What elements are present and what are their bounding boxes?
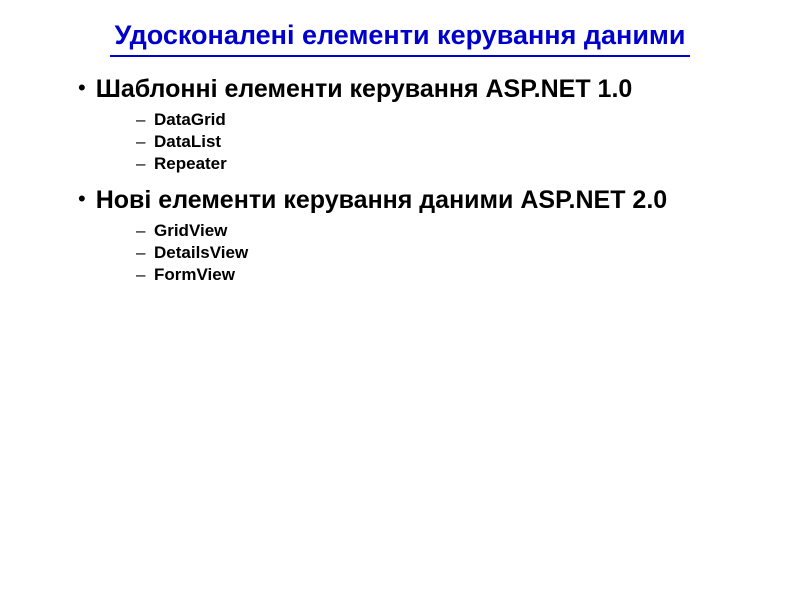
- dash-icon: –: [136, 265, 146, 285]
- subitem-label: FormView: [154, 265, 235, 285]
- list-item: – DataList: [136, 132, 740, 152]
- subitem-label: DetailsView: [154, 243, 248, 263]
- title-underline: [110, 55, 690, 57]
- bullet-icon: •: [78, 77, 86, 99]
- list-item: – GridView: [136, 221, 740, 241]
- section-heading-row: • Нові елементи керування даними ASP.NET…: [78, 186, 740, 215]
- list-item: – FormView: [136, 265, 740, 285]
- slide: Удосконалені елементи керування даними •…: [0, 0, 800, 600]
- section-1: • Шаблонні елементи керування ASP.NET 1.…: [60, 75, 740, 174]
- section-heading: Шаблонні елементи керування ASP.NET 1.0: [96, 75, 633, 104]
- dash-icon: –: [136, 243, 146, 263]
- subitem-label: DataList: [154, 132, 221, 152]
- title-row: Удосконалені елементи керування даними: [60, 20, 740, 51]
- list-item: – DetailsView: [136, 243, 740, 263]
- dash-icon: –: [136, 221, 146, 241]
- dash-icon: –: [136, 132, 146, 152]
- slide-title: Удосконалені елементи керування даними: [114, 20, 685, 51]
- dash-icon: –: [136, 110, 146, 130]
- list-item: – Repeater: [136, 154, 740, 174]
- list-item: – DataGrid: [136, 110, 740, 130]
- subitems-list: – GridView – DetailsView – FormView: [78, 221, 740, 285]
- subitems-list: – DataGrid – DataList – Repeater: [78, 110, 740, 174]
- bullet-icon: •: [78, 188, 86, 210]
- section-heading: Нові елементи керування даними ASP.NET 2…: [96, 186, 667, 215]
- subitem-label: Repeater: [154, 154, 227, 174]
- section-2: • Нові елементи керування даними ASP.NET…: [60, 186, 740, 285]
- subitem-label: DataGrid: [154, 110, 226, 130]
- subitem-label: GridView: [154, 221, 227, 241]
- section-heading-row: • Шаблонні елементи керування ASP.NET 1.…: [78, 75, 740, 104]
- dash-icon: –: [136, 154, 146, 174]
